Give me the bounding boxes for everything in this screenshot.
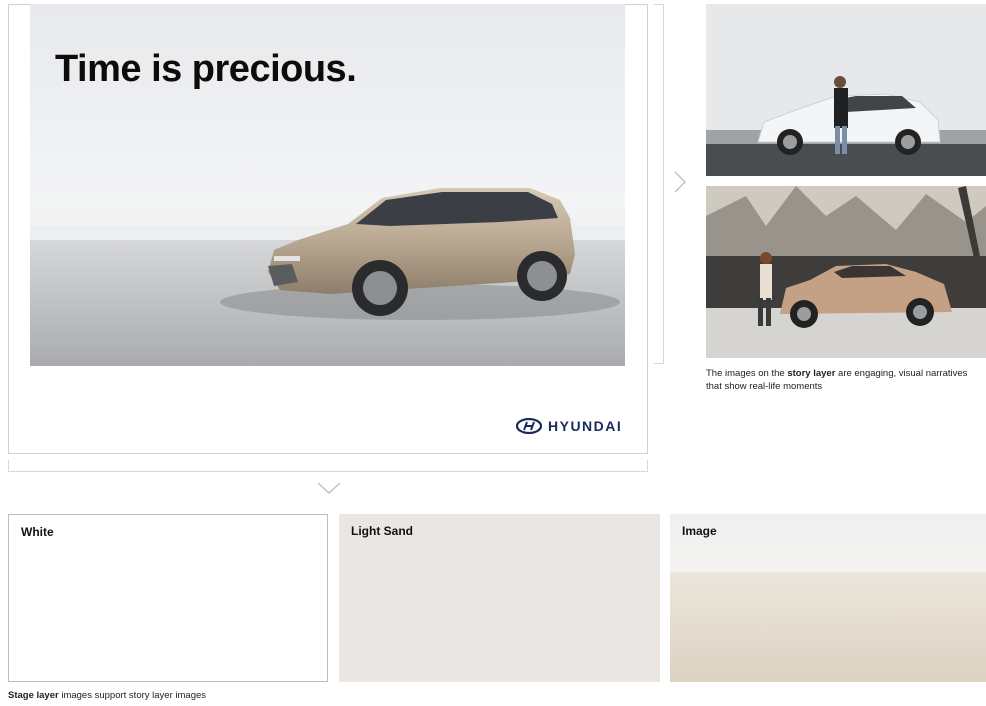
stage-caption-text: images support story layer images — [58, 690, 207, 701]
swatch-image: Image — [670, 514, 986, 682]
chevron-right-icon — [674, 171, 687, 193]
story-photo-man-white-car — [706, 4, 986, 176]
swatch-light-sand: Light Sand — [339, 514, 660, 682]
hyundai-emblem-icon — [516, 418, 542, 434]
story-caption-bold: story layer — [787, 368, 836, 379]
beach-image — [670, 514, 986, 682]
swatch-label-light-sand: Light Sand — [351, 524, 413, 538]
swatch-label-image: Image — [682, 524, 717, 538]
story-layer-caption: The images on the story layer are engagi… — [706, 367, 984, 393]
story-photo-woman-suv — [706, 186, 986, 358]
swatch-white: White — [8, 514, 328, 682]
story-image-1 — [706, 4, 986, 176]
story-caption-text-1: The images on the — [706, 368, 788, 379]
stage-caption-bold: Stage layer — [8, 690, 59, 701]
story-bracket — [654, 4, 664, 364]
swatch-label-white: White — [21, 525, 54, 539]
story-image-2 — [706, 186, 986, 358]
hyundai-logo: HYUNDAI — [516, 418, 622, 434]
stage-layer-caption: Stage layer images support story layer i… — [8, 690, 206, 701]
stage-headline: Time is precious. — [55, 48, 357, 90]
chevron-down-icon — [317, 482, 341, 495]
brand-wordmark: HYUNDAI — [548, 418, 623, 434]
stage-bracket — [8, 460, 648, 472]
